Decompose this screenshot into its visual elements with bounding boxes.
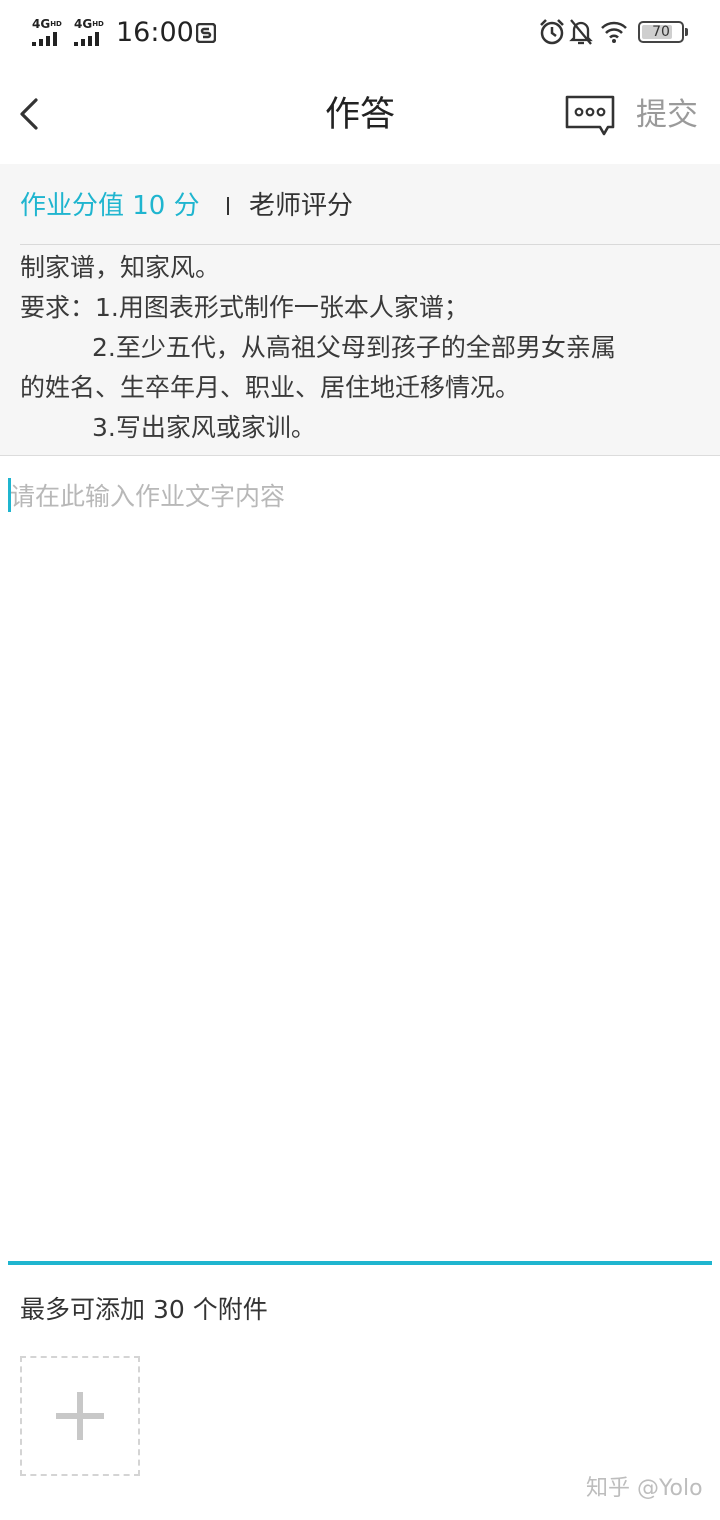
cell-signal-2-icon: 4GHD bbox=[74, 18, 110, 46]
description-line: 制家谱，知家风。 bbox=[20, 253, 221, 282]
cell-signal-1-icon: 4GHD bbox=[32, 18, 68, 46]
divider bbox=[227, 197, 229, 215]
back-arrow-icon[interactable] bbox=[12, 94, 48, 134]
assignment-description: 制家谱，知家风。 要求：1.用图表形式制作一张本人家谱； 2.至少五代，从高祖父… bbox=[20, 248, 700, 448]
answer-input[interactable] bbox=[10, 476, 700, 516]
description-line: 的姓名、生卒年月、职业、居住地迁移情况。 bbox=[20, 373, 521, 402]
homework-answer-screen: 4GHD 4GHD 16:00 70 作答 提交 作业分值 10 分 老师评分 … bbox=[0, 0, 720, 1520]
alarm-icon bbox=[540, 19, 564, 45]
add-attachment-button[interactable] bbox=[20, 1356, 140, 1476]
screenshot-icon bbox=[196, 23, 216, 43]
assignment-info: 作业分值 10 分 老师评分 制家谱，知家风。 要求：1.用图表形式制作一张本人… bbox=[0, 164, 720, 456]
status-bar: 4GHD 4GHD 16:00 70 bbox=[0, 0, 720, 64]
description-line: 3.写出家风或家训。 bbox=[92, 413, 316, 442]
battery-level: 70 bbox=[652, 24, 670, 40]
answer-area[interactable] bbox=[0, 472, 720, 1252]
bell-off-icon bbox=[569, 19, 593, 45]
battery-icon: 70 bbox=[638, 21, 688, 43]
status-time: 16:00 bbox=[116, 17, 194, 48]
watermark: 知乎 @Yolo bbox=[586, 1476, 703, 1501]
submit-button[interactable]: 提交 bbox=[636, 96, 698, 134]
nav-bar: 作答 提交 bbox=[0, 64, 720, 164]
homework-score: 作业分值 10 分 bbox=[20, 191, 200, 221]
description-line: 2.至少五代，从高祖父母到孩子的全部男女亲属 bbox=[92, 333, 616, 362]
divider bbox=[20, 244, 720, 245]
divider bbox=[8, 1261, 712, 1265]
chat-bubble-icon[interactable] bbox=[564, 94, 616, 138]
teacher-score-link[interactable]: 老师评分 bbox=[249, 188, 353, 224]
divider bbox=[0, 455, 720, 456]
description-line: 要求：1.用图表形式制作一张本人家谱； bbox=[20, 293, 469, 322]
wifi-icon bbox=[601, 21, 627, 43]
attachment-limit-label: 最多可添加 30 个附件 bbox=[20, 1295, 268, 1324]
